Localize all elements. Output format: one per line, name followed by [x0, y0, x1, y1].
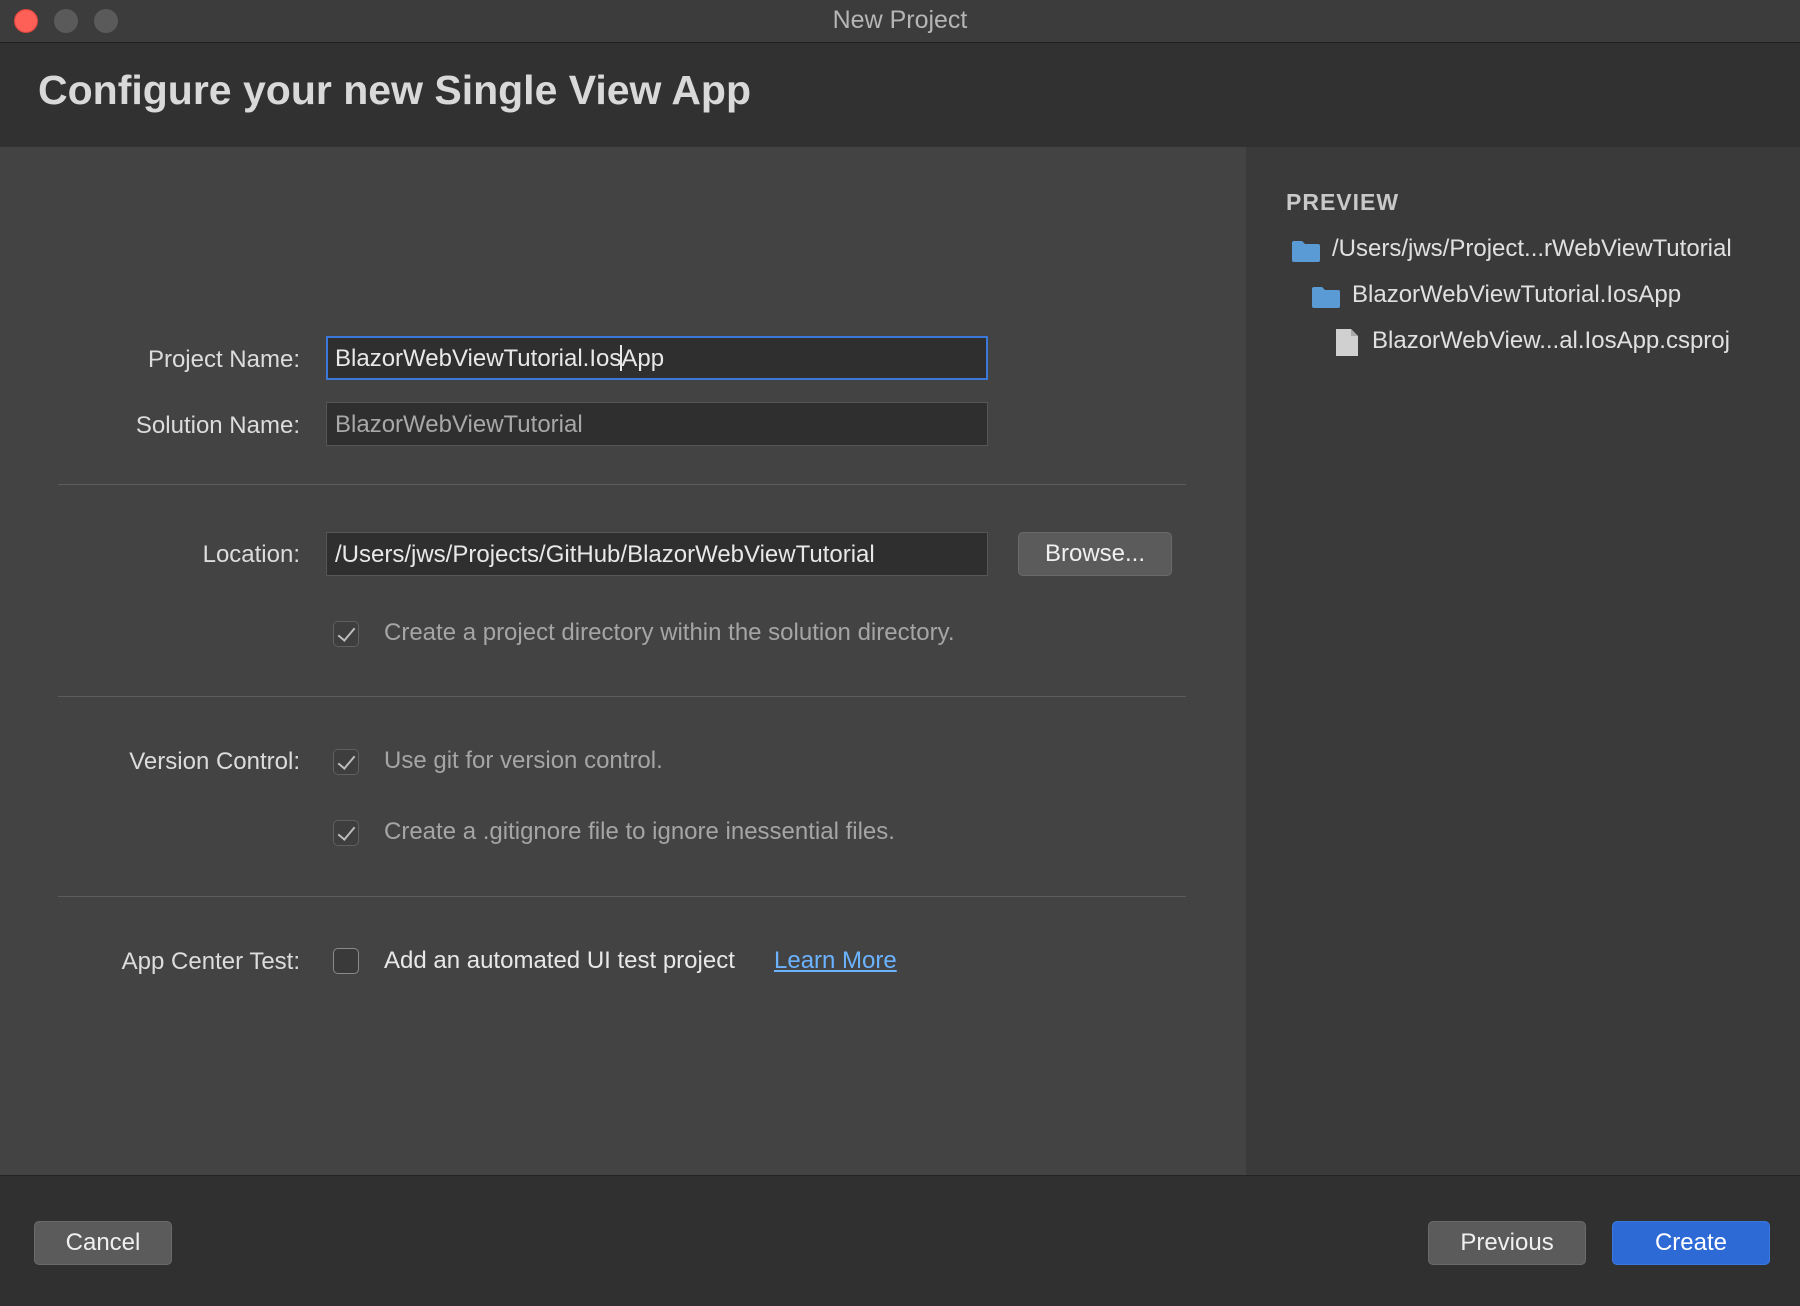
project-directory-checkbox-label: Create a project directory within the so… [384, 619, 955, 646]
gitignore-checkbox[interactable] [333, 820, 359, 846]
title-bar: New Project [0, 0, 1800, 43]
project-name-label: Project Name: [147, 346, 300, 373]
version-control-label: Version Control: [129, 748, 300, 775]
solution-name-input[interactable]: BlazorWebViewTutorial [326, 402, 988, 446]
section-divider [58, 896, 1186, 897]
browse-button[interactable]: Browse... [1018, 532, 1172, 576]
folder-icon [1312, 287, 1340, 308]
section-divider [58, 696, 1186, 697]
cancel-button[interactable]: Cancel [34, 1221, 172, 1265]
app-center-test-checkbox-label: Add an automated UI test project [384, 947, 735, 974]
folder-icon [1292, 241, 1320, 262]
project-name-input[interactable]: BlazorWebViewTutorial.IosApp [326, 336, 988, 380]
previous-button[interactable]: Previous [1428, 1221, 1586, 1265]
create-button[interactable]: Create [1612, 1221, 1770, 1265]
app-center-test-checkbox[interactable] [333, 948, 359, 974]
project-directory-checkbox[interactable] [333, 621, 359, 647]
section-divider [58, 484, 1186, 485]
preview-panel: PREVIEW /Users/jws/Project...rWebViewTut… [1246, 147, 1800, 1175]
project-name-text-before-caret: BlazorWebViewTutorial.Ios [335, 345, 622, 372]
project-name-text-after-caret: App [621, 345, 665, 372]
use-git-checkbox[interactable] [333, 749, 359, 775]
learn-more-link[interactable]: Learn More [774, 947, 897, 975]
gitignore-checkbox-label: Create a .gitignore file to ignore iness… [384, 818, 895, 845]
location-input[interactable]: /Users/jws/Projects/GitHub/BlazorWebView… [326, 532, 988, 576]
preview-project-folder-name: BlazorWebViewTutorial.IosApp [1352, 281, 1682, 308]
preview-csproj-file-name: BlazorWebView...al.IosApp.csproj [1372, 327, 1730, 354]
preview-root-folder-name: /Users/jws/Project...rWebViewTutorial [1332, 235, 1732, 262]
app-center-test-label: App Center Test: [121, 948, 300, 975]
solution-name-label: Solution Name: [135, 412, 300, 439]
page-header: Configure your new Single View App [0, 43, 1800, 147]
location-label: Location: [202, 541, 300, 568]
configuration-form: Project Name: BlazorWebViewTutorial.IosA… [0, 147, 1246, 1175]
page-title: Configure your new Single View App [38, 67, 752, 113]
new-project-window: New Project Configure your new Single Vi… [0, 0, 1800, 1306]
preview-heading: PREVIEW [1286, 189, 1400, 215]
file-icon [1336, 329, 1358, 356]
window-title: New Project [832, 6, 968, 34]
dialog-footer: Cancel Previous Create [0, 1175, 1800, 1306]
use-git-checkbox-label: Use git for version control. [384, 747, 663, 774]
